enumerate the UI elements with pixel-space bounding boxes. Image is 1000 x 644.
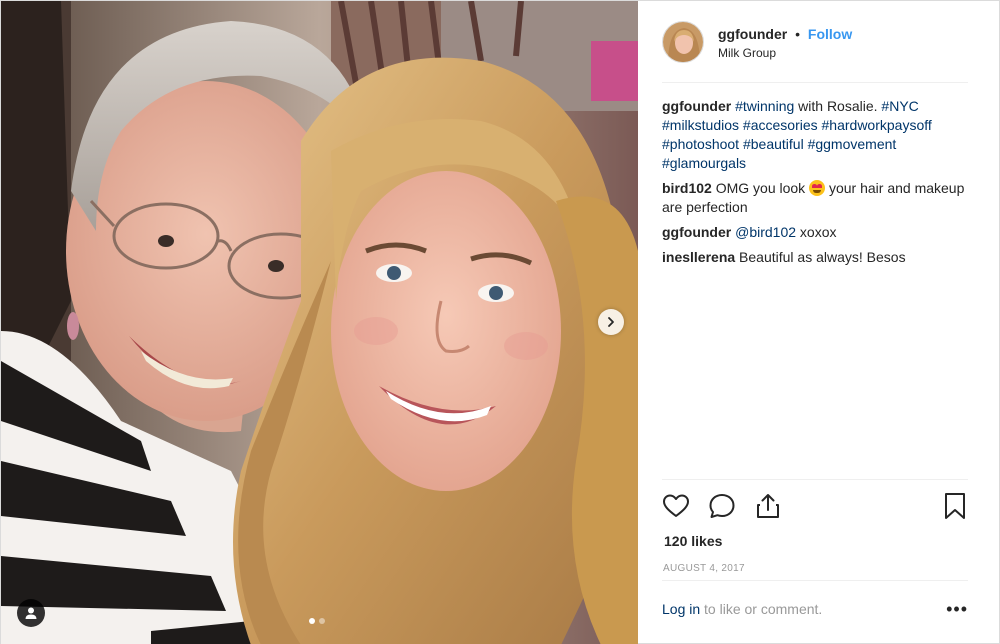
post-header: ggfounder • Follow Milk Group — [662, 17, 968, 83]
login-prompt-text: to like or comment. — [700, 601, 823, 617]
follow-button[interactable]: Follow — [808, 26, 852, 42]
post-author-username[interactable]: ggfounder — [718, 26, 787, 42]
login-prompt: Log in to like or comment. ••• — [662, 599, 968, 621]
hashtag-link[interactable]: #NYC — [881, 98, 918, 114]
post-location[interactable]: Milk Group — [718, 46, 776, 60]
comment-item: inesllerena Beautiful as always! Besos — [662, 248, 968, 267]
likes-count[interactable]: 120 likes — [664, 533, 722, 549]
comment-icon — [709, 494, 735, 518]
heart-eyes-emoji — [809, 180, 826, 196]
comment-item: ggfounder #twinning with Rosalie. #NYC #… — [662, 97, 968, 173]
login-link[interactable]: Log in — [662, 601, 700, 617]
comment-username[interactable]: inesllerena — [662, 249, 735, 265]
actions-section: 120 likes AUGUST 4, 2017 — [662, 479, 968, 581]
comment-text: with Rosalie. — [794, 98, 882, 114]
post-side-panel: ggfounder • Follow Milk Group ggfounder … — [638, 1, 1000, 644]
hashtag-link[interactable]: #photoshoot — [662, 136, 739, 152]
mention-link[interactable]: @bird102 — [735, 224, 796, 240]
hashtag-link[interactable]: #milkstudios — [662, 117, 739, 133]
like-button[interactable] — [662, 492, 690, 525]
save-button[interactable] — [942, 492, 968, 525]
tagged-users-button[interactable] — [17, 599, 45, 627]
post-photo[interactable] — [1, 1, 638, 644]
chevron-right-icon — [608, 317, 614, 327]
action-bar — [662, 492, 968, 522]
carousel-indicator — [309, 618, 325, 624]
selfie-photo — [1, 1, 638, 644]
more-options-button[interactable]: ••• — [946, 599, 968, 620]
hashtag-link[interactable]: #accesories — [743, 117, 818, 133]
heart-icon — [663, 494, 689, 517]
avatar-image — [663, 22, 703, 62]
instagram-post: ggfounder • Follow Milk Group ggfounder … — [0, 0, 1000, 644]
hashtag-link[interactable]: #glamourgals — [662, 155, 746, 171]
comment-text: Beautiful as always! Besos — [739, 249, 906, 265]
user-tag-icon — [25, 607, 37, 619]
carousel-dot-active — [309, 618, 315, 624]
comment-item: bird102 OMG you look your hair and makeu… — [662, 179, 968, 217]
hashtag-link[interactable]: #beautiful — [743, 136, 804, 152]
comments-list: ggfounder #twinning with Rosalie. #NYC #… — [662, 97, 968, 273]
share-button[interactable] — [754, 492, 782, 525]
comment-username[interactable]: ggfounder — [662, 98, 731, 114]
bookmark-icon — [945, 493, 965, 519]
header-title-line: ggfounder • Follow — [718, 26, 852, 42]
comment-username[interactable]: bird102 — [662, 180, 712, 196]
hashtag-link[interactable]: #twinning — [735, 98, 794, 114]
header-separator: • — [795, 26, 801, 42]
post-date: AUGUST 4, 2017 — [663, 563, 745, 574]
comment-button[interactable] — [708, 492, 736, 525]
carousel-next-button[interactable] — [598, 309, 624, 335]
comment-item: ggfounder @bird102 xoxox — [662, 223, 968, 242]
hashtag-link[interactable]: #hardworkpaysoff — [822, 117, 932, 133]
avatar[interactable] — [662, 21, 704, 63]
comment-text: xoxox — [796, 224, 837, 240]
comment-username[interactable]: ggfounder — [662, 224, 731, 240]
carousel-dot — [319, 618, 325, 624]
comment-text: OMG you look — [715, 180, 810, 196]
share-icon — [757, 494, 779, 518]
hashtag-link[interactable]: #ggmovement — [808, 136, 897, 152]
